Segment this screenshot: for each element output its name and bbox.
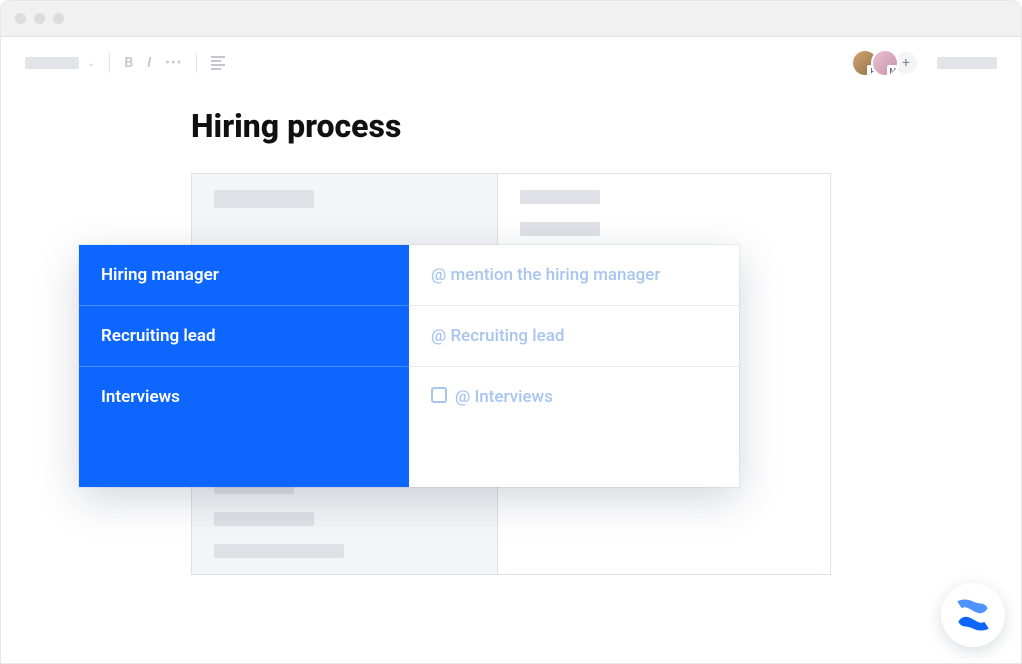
checkbox-icon[interactable] <box>431 387 447 403</box>
confluence-icon <box>955 597 991 633</box>
align-left-button[interactable] <box>211 56 225 70</box>
more-formatting-button[interactable]: ••• <box>165 55 182 71</box>
app-window: ⌄ B I ••• R M + <box>0 0 1022 664</box>
bold-button[interactable]: B <box>124 55 133 71</box>
avatar[interactable]: M <box>871 49 899 77</box>
table-row-label[interactable]: Recruiting lead <box>79 306 409 367</box>
toolbar-action-placeholder[interactable] <box>937 57 997 69</box>
italic-button[interactable]: I <box>147 55 151 71</box>
confluence-logo-badge[interactable] <box>941 583 1005 647</box>
chevron-down-icon: ⌄ <box>87 58 95 69</box>
table-row-value[interactable]: @ mention the hiring manager <box>409 245 739 306</box>
window-minimize[interactable] <box>34 13 45 24</box>
skeleton-text <box>214 190 314 208</box>
page-content-area: ⌄ B I ••• R M + <box>1 37 1021 663</box>
page-title[interactable]: Hiring process <box>191 107 831 145</box>
editor-toolbar: ⌄ B I ••• R M + <box>1 37 1021 89</box>
mention-placeholder: @ mention the hiring manager <box>431 265 660 285</box>
collaborator-avatars: R M + <box>851 49 917 77</box>
overlay-table: Hiring manager Recruiting lead Interview… <box>79 245 739 487</box>
table-row-label[interactable]: Interviews <box>79 367 409 487</box>
table-row-label[interactable]: Hiring manager <box>79 245 409 306</box>
window-maximize[interactable] <box>53 13 64 24</box>
skeleton-text <box>214 512 314 526</box>
toolbar-separator <box>196 53 197 73</box>
table-row-value[interactable]: @ Interviews <box>409 367 739 487</box>
avatar-initial: M <box>887 65 899 77</box>
skeleton-text <box>520 190 600 204</box>
table-row-value[interactable]: @ Recruiting lead <box>409 306 739 367</box>
toolbar-right-group: R M + <box>851 49 997 77</box>
mention-placeholder: @ Recruiting lead <box>431 326 564 346</box>
toolbar-style-selector[interactable] <box>25 57 79 69</box>
overlay-label-column: Hiring manager Recruiting lead Interview… <box>79 245 409 487</box>
window-titlebar <box>1 1 1021 37</box>
window-close[interactable] <box>15 13 26 24</box>
overlay-value-column: @ mention the hiring manager @ Recruitin… <box>409 245 739 487</box>
mention-placeholder: @ Interviews <box>455 387 553 407</box>
skeleton-text <box>214 544 344 558</box>
toolbar-separator <box>109 53 110 73</box>
skeleton-text <box>520 222 600 236</box>
